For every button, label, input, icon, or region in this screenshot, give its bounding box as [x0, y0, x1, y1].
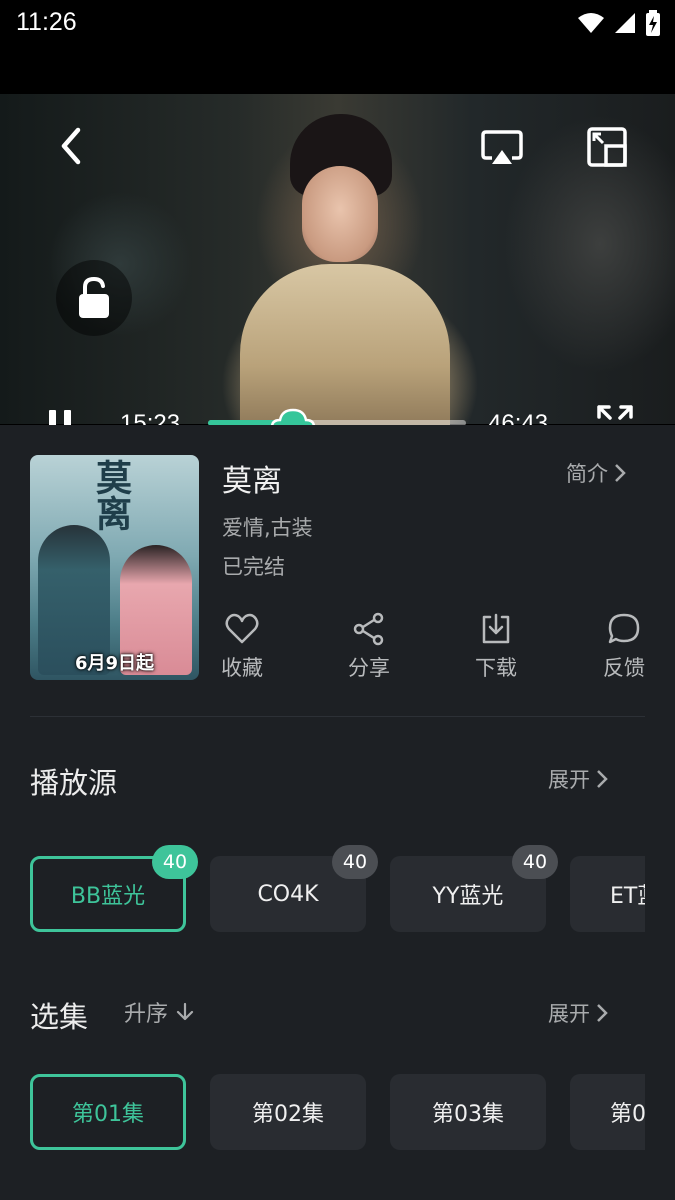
cloud-thumb-icon[interactable] — [271, 406, 316, 425]
feedback-label: 反馈 — [603, 656, 645, 680]
screen-lock-button[interactable] — [56, 260, 132, 336]
source-count-badge: 40 — [152, 845, 198, 879]
episode-chip[interactable]: 第04集 — [570, 1074, 645, 1150]
video-player[interactable]: 15:23 46:43 — [0, 48, 675, 425]
download-label: 下载 — [475, 656, 517, 680]
episodes-expand-button[interactable]: 展开 — [548, 998, 608, 1028]
episodes-row[interactable]: 第01集 第02集 第03集 第04集 — [30, 1064, 645, 1160]
sources-expand-button[interactable]: 展开 — [548, 764, 608, 794]
sort-order-button[interactable]: 升序 — [124, 996, 194, 1028]
source-chip-label: ET蓝光 — [610, 884, 645, 909]
video-figure-face — [302, 166, 378, 262]
chevron-right-icon — [597, 770, 608, 788]
video-frame[interactable] — [0, 94, 675, 425]
fullscreen-icon[interactable] — [596, 404, 634, 425]
download-icon — [482, 613, 510, 644]
unlock-icon — [79, 276, 109, 318]
show-tags: 爱情,古装 — [222, 516, 313, 540]
status-bar: 11:26 — [0, 0, 675, 48]
source-chip-label: YY蓝光 — [432, 884, 504, 909]
section-divider — [30, 716, 645, 717]
progress-track[interactable] — [208, 408, 466, 425]
episodes-expand-label: 展开 — [548, 1002, 590, 1026]
favorite-label: 收藏 — [221, 656, 263, 680]
source-count-badge: 40 — [512, 845, 558, 879]
source-chip[interactable]: ET蓝光 — [570, 856, 645, 932]
share-icon — [353, 612, 384, 646]
status-time: 11:26 — [16, 8, 77, 36]
sort-label: 升序 — [124, 1002, 169, 1027]
wifi-icon — [578, 13, 604, 33]
sources-title: 播放源 — [30, 766, 118, 800]
feedback-button[interactable]: 反馈 — [584, 612, 664, 682]
heart-icon — [225, 613, 259, 644]
battery-charging-icon — [646, 10, 660, 36]
chat-bubble-icon — [608, 613, 640, 644]
episode-chip[interactable]: 第03集 — [390, 1074, 546, 1150]
cell-signal-icon — [615, 13, 635, 33]
episode-chip[interactable]: 第01集 — [30, 1074, 186, 1150]
total-time: 46:43 — [488, 410, 549, 425]
episodes-title: 选集 — [30, 1000, 89, 1034]
favorite-button[interactable]: 收藏 — [202, 612, 282, 682]
chevron-right-icon — [597, 1004, 608, 1022]
video-figure-body — [240, 264, 450, 425]
show-poster[interactable]: 莫离 6月9日起 — [30, 455, 199, 680]
share-label: 分享 — [348, 656, 390, 680]
episode-chip-label: 第02集 — [252, 1102, 324, 1127]
share-button[interactable]: 分享 — [329, 612, 409, 682]
episode-chip[interactable]: 第02集 — [210, 1074, 366, 1150]
poster-date: 6月9日起 — [74, 653, 155, 674]
show-status: 已完结 — [222, 555, 285, 579]
status-icons — [577, 10, 661, 36]
chevron-right-icon — [615, 464, 626, 482]
intro-label: 简介 — [566, 462, 608, 486]
download-button[interactable]: 下载 — [456, 612, 536, 682]
episode-chip-label: 第04集 — [610, 1102, 645, 1127]
poster-title: 莫离 — [90, 459, 132, 531]
picture-in-picture-icon[interactable] — [586, 126, 628, 168]
arrow-down-icon — [176, 1002, 194, 1021]
source-chip-label: BB蓝光 — [70, 884, 146, 909]
show-title: 莫离 — [222, 464, 282, 499]
source-count-badge: 40 — [332, 845, 378, 879]
episode-chip-label: 第01集 — [72, 1102, 144, 1127]
pause-icon[interactable] — [46, 408, 74, 425]
back-arrow-icon[interactable] — [56, 126, 88, 166]
screen-cast-icon[interactable] — [480, 128, 524, 168]
intro-link[interactable]: 简介 — [566, 458, 626, 488]
sources-expand-label: 展开 — [548, 768, 590, 792]
episode-chip-label: 第03集 — [432, 1102, 504, 1127]
current-time: 15:23 — [120, 410, 181, 425]
source-chip-label: CO4K — [257, 881, 319, 907]
